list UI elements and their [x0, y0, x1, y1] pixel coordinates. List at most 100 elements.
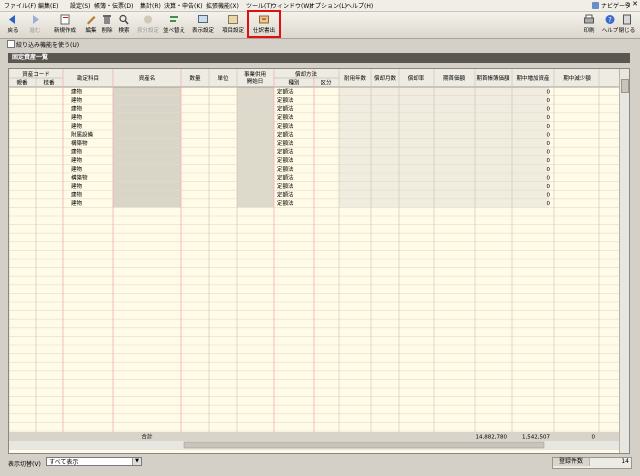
forward-button[interactable]: 進む: [22, 13, 48, 37]
item-settings-label: 項目設定: [221, 28, 244, 34]
new-label: 新規作成: [53, 28, 76, 34]
view-switch-select[interactable]: すべて表示 ▼: [46, 457, 142, 466]
header-asset-code: 資産コード: [22, 70, 50, 78]
header-start-date-1: 事業供用: [244, 70, 266, 78]
back-arrow-icon: [9, 15, 15, 24]
increase-cell: 0: [547, 167, 551, 173]
increase-cell: 0: [547, 193, 551, 199]
header-increase: 期中増加資産: [516, 74, 550, 82]
account-cell: 附属設備: [71, 130, 94, 138]
account-cell: 建物: [71, 156, 83, 164]
account-cell: 構築物: [71, 139, 88, 147]
count-value: 14: [621, 458, 629, 465]
menu-aggregate[interactable]: 集計(R): [140, 1, 161, 10]
header-name: 資産名: [139, 74, 156, 82]
increase-cell: 0: [547, 98, 551, 104]
allocate-button[interactable]: 按分設定: [135, 13, 161, 37]
account-cell: 建物: [71, 96, 83, 104]
header-account: 勘定科目: [77, 74, 99, 82]
account-cell: 建物: [71, 199, 83, 207]
sort-button[interactable]: 並べ替え: [161, 13, 187, 37]
sort-label: 並べ替え: [162, 28, 185, 34]
method-cell: 定額法: [277, 105, 294, 113]
increase-cell: 0: [547, 150, 551, 156]
item-settings-icon: [228, 15, 238, 24]
chevron-down-icon[interactable]: ▼: [132, 458, 141, 465]
method-cell: 定額法: [277, 165, 294, 173]
header-method-type: 種別: [288, 79, 299, 87]
method-cell: 定額法: [277, 87, 294, 95]
journal-export-highlight: [247, 10, 281, 38]
account-cell: 建物: [71, 182, 83, 190]
menu-option[interactable]: オプション(L): [309, 1, 347, 10]
forward-label: 進む: [29, 28, 41, 34]
count-box: 登録件数 14: [552, 457, 632, 469]
account-cell: 建物: [71, 113, 83, 121]
method-cell: 定額法: [277, 139, 294, 147]
header-months: 償却月数: [374, 74, 397, 82]
account-cell: 建物: [71, 191, 83, 199]
header-quantity: 数量: [189, 74, 201, 82]
account-cell: 建物: [71, 87, 83, 95]
filter-bar: 絞り込み機能を使う(U): [0, 39, 640, 49]
menu-extension[interactable]: 拡張機能(X): [206, 1, 239, 10]
menu-help[interactable]: ヘルプ(H): [346, 1, 373, 10]
header-rate: 償却率: [408, 74, 425, 82]
account-cell: 建物: [71, 148, 83, 156]
window-controls[interactable]: ▫ ✕: [625, 0, 638, 8]
navigator-icon: [592, 2, 599, 9]
total-label: 合計: [141, 433, 153, 441]
increase-cell: 0: [547, 89, 551, 95]
svg-text:?: ?: [608, 16, 612, 24]
asset-grid[interactable]: 資産コード 親番 枝番 勘定科目 資産名 数量 単位 事業供用 開始日 償却方法 種別 区分 耐用年数償…: [8, 68, 630, 454]
menu-settings[interactable]: 設定(S): [70, 1, 91, 10]
increase-cell: 0: [547, 158, 551, 164]
view-switch-value: すべて表示: [49, 459, 79, 466]
count-label: 登録件数: [553, 458, 590, 466]
account-cell: 建物: [71, 105, 83, 113]
menu-file[interactable]: ファイル(F): [4, 1, 36, 10]
method-cell: 定額法: [277, 173, 294, 181]
method-cell: 定額法: [277, 113, 294, 121]
item-settings-button[interactable]: 項目設定: [220, 13, 246, 37]
sort-icon: [170, 16, 178, 22]
new-document-icon: [60, 14, 70, 25]
increase-cell: 0: [547, 107, 551, 113]
display-settings-button[interactable]: 表示設定: [190, 13, 216, 37]
search-label: 検索: [118, 28, 130, 34]
increase-cell: 0: [547, 132, 551, 138]
new-button[interactable]: 新規作成: [52, 13, 78, 37]
search-button[interactable]: 検索: [111, 13, 137, 37]
close-button[interactable]: 閉じる: [614, 13, 640, 37]
total-opening-value: 14,882,780: [476, 435, 508, 441]
method-cell: 定額法: [277, 199, 294, 207]
increase-cell: 0: [547, 141, 551, 147]
header-opening-accum: 期首帳簿価額: [476, 74, 510, 82]
menu-window[interactable]: ウィンドウ(W): [271, 1, 312, 10]
menu-bar: ファイル(F) 編集(E) 設定(S) 帳簿・伝票(D) 集計(R) 決算・申告…: [0, 0, 640, 12]
printer-icon: [584, 14, 594, 24]
panel-title: 固定資産一覧: [8, 53, 630, 63]
allocate-label: 按分設定: [136, 28, 159, 34]
header-unit: 単位: [217, 74, 229, 82]
menu-closing[interactable]: 決算・申告(K): [164, 1, 203, 10]
vertical-scrollbar[interactable]: [619, 69, 629, 453]
header-child: 枝番: [43, 79, 55, 87]
method-cell: 定額法: [277, 130, 294, 138]
menu-tools[interactable]: ツール(T): [246, 1, 272, 10]
header-method: 償却方法: [295, 70, 318, 78]
increase-cell: 0: [547, 175, 551, 181]
account-cell: 建物: [71, 165, 83, 173]
filter-label[interactable]: 絞り込み機能を使う(U): [16, 40, 79, 49]
increase-cell: 0: [547, 124, 551, 130]
method-cell: 定額法: [277, 182, 294, 190]
vertical-scrollbar-thumb[interactable]: [621, 79, 629, 93]
horizontal-scrollbar-thumb: [183, 441, 545, 449]
menu-edit[interactable]: 編集(E): [38, 1, 58, 10]
display-settings-label: 表示設定: [191, 28, 214, 34]
filter-checkbox[interactable]: [7, 40, 15, 48]
menu-books[interactable]: 帳簿・伝票(D): [94, 1, 133, 10]
header-decrease: 期中減少額: [563, 74, 591, 82]
allocate-icon: [144, 15, 152, 24]
status-bar: 表示切替(V) すべて表示 ▼ 登録件数 14: [0, 455, 640, 476]
